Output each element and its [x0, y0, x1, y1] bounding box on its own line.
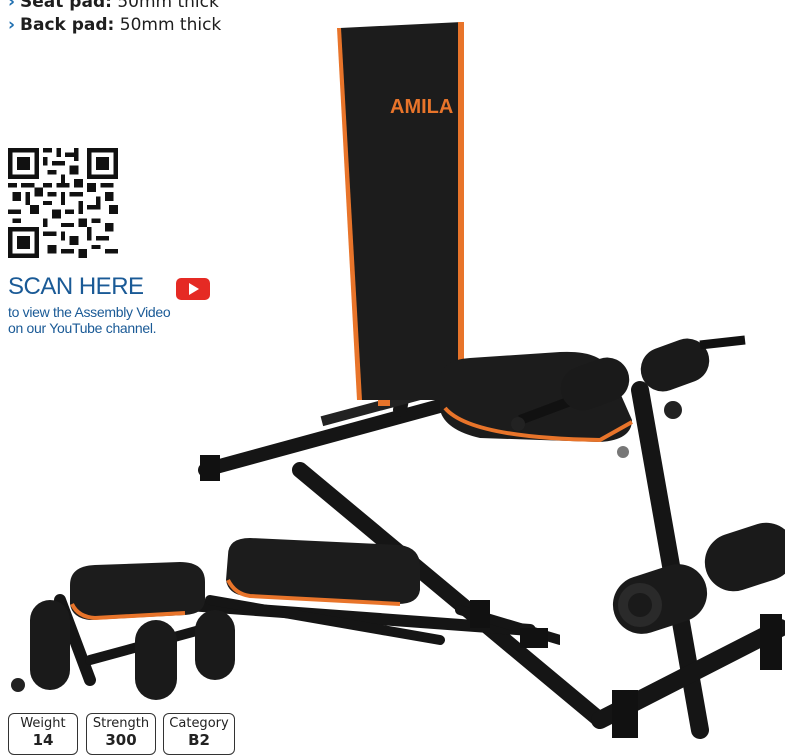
badge-label: Category	[169, 716, 229, 731]
chevron-right-icon: ›	[8, 15, 16, 35]
badge-weight: Weight 14	[8, 713, 78, 755]
qr-code[interactable]	[8, 148, 118, 258]
badge-value: B2	[188, 731, 210, 749]
badge-label: Strength	[92, 716, 150, 731]
scan-here-title: SCAN HERE	[8, 273, 144, 300]
spec-label: Back pad:	[20, 15, 115, 35]
bench-flat-image	[11, 538, 560, 700]
brand-logo: AMILA	[390, 96, 453, 118]
badge-value: 300	[105, 731, 137, 749]
badge-strength: Strength 300	[86, 713, 156, 755]
badge-category: Category B2	[163, 713, 235, 755]
badge-value: 14	[32, 731, 54, 749]
chevron-right-icon: ›	[8, 0, 16, 12]
spec-seat-pad: › Seat pad: 50mm thick	[8, 0, 219, 12]
spec-label: Seat pad:	[20, 0, 112, 12]
badge-label: Weight	[20, 716, 66, 731]
scan-note: to view the Assembly Video on our YouTub…	[8, 304, 171, 336]
